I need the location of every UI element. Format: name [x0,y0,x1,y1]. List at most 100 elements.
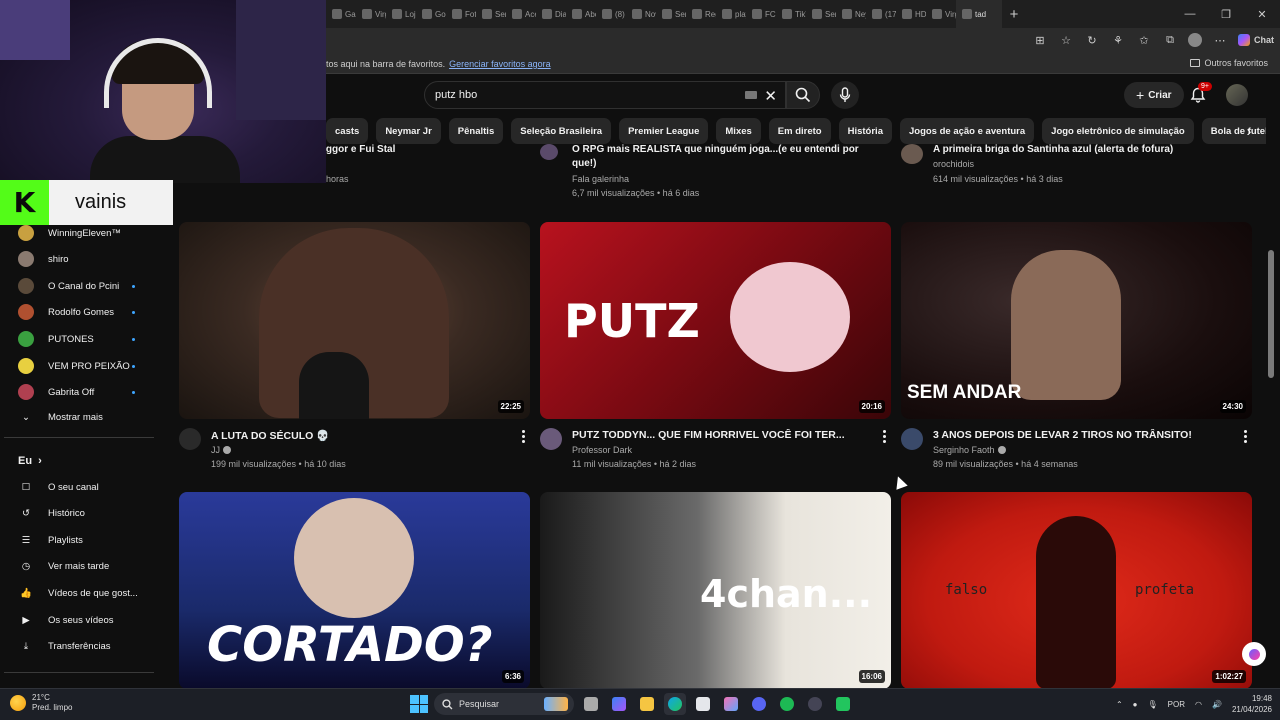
create-button[interactable]: + Criar [1124,82,1184,108]
star-icon[interactable]: ☆ [1058,31,1074,49]
channel-avatar[interactable] [179,428,201,450]
filter-chip[interactable]: Neymar Jr [376,118,441,144]
sidebar-item[interactable]: ↺ Histórico [18,503,158,525]
partial-video-title[interactable]: A primeira briga do Santinha azul (alert… [933,144,1233,155]
photos-icon[interactable] [720,693,742,715]
lang-indicator[interactable]: POR [1168,700,1185,709]
new-tab-button[interactable]: + [1002,0,1026,28]
search-button[interactable] [786,81,820,109]
browser-tab[interactable]: Ace [506,0,536,28]
task-view-icon[interactable] [580,693,602,715]
channel-name[interactable]: Professor Dark [572,445,632,455]
voice-search-button[interactable] [831,81,859,109]
browser-tab[interactable]: HD [896,0,926,28]
show-more-button[interactable]: ⌄ Mostrar mais [18,406,158,428]
other-favorites[interactable]: Outros favoritos [1190,58,1268,68]
partial-video-channel[interactable]: orochidois [933,159,974,169]
filter-chip[interactable]: casts [326,118,369,144]
browser-tab[interactable]: Ney [836,0,866,28]
sidebar-item[interactable]: ▶ Os seus vídeos [18,609,158,631]
filter-chip[interactable]: Pênaltis [448,118,504,144]
clock[interactable]: 19:48 21/04/2026 [1232,693,1272,715]
channel-name[interactable]: JJ [211,445,231,455]
browser-tab[interactable]: TikT [776,0,806,28]
partial-video-channel[interactable]: Fala galerinha [572,174,629,184]
sidebar-item[interactable]: ⤓ Transferências [18,636,158,658]
collections-icon[interactable]: ⧉ [1162,31,1178,49]
sidebar-item[interactable]: ◷ Ver mais tarde [18,556,158,578]
clear-search-icon[interactable]: ✕ [764,87,777,105]
filter-chip[interactable]: Seleção Brasileira [511,118,612,144]
browser-tab[interactable]: Loja [386,0,416,28]
browser-tab[interactable]: Fot [446,0,476,28]
browser-tab[interactable]: Gal [326,0,356,28]
start-button[interactable] [410,695,428,713]
discord-icon[interactable] [748,693,770,715]
profile-avatar[interactable] [1188,33,1202,47]
browser-tab[interactable]: Reg [686,0,716,28]
more-options-icon[interactable] [879,428,889,444]
apps-icon[interactable]: ⊞ [1032,31,1048,49]
sidebar-subscription-item[interactable]: Gabrita Off [18,381,158,403]
copilot-app-icon[interactable] [608,693,630,715]
filter-chip[interactable]: Jogo eletrônico de simulação [1042,118,1194,144]
minimize-button[interactable]: — [1172,0,1208,28]
notifications-button[interactable]: 9+ [1188,82,1212,105]
browser-tab[interactable]: Virg [356,0,386,28]
browser-tab[interactable]: tad [956,0,1002,28]
refresh-icon[interactable]: ↻ [1084,31,1100,49]
sidebar-subscription-item[interactable]: PUTONES [18,328,158,350]
browser-tab[interactable]: Nov [626,0,656,28]
weather-widget[interactable]: 21°C Pred. limpo [10,693,72,713]
browser-tab[interactable]: Sen [476,0,506,28]
browser-tab[interactable]: FCN [746,0,776,28]
browser-tab[interactable]: play [716,0,746,28]
video-title[interactable]: PUTZ TODDYN... QUE FIM HORRIVEL VOCÊ FOI… [572,429,872,441]
browser-tab[interactable]: Abc [566,0,596,28]
assistant-floating-button[interactable] [1242,642,1266,666]
video-thumbnail[interactable]: 22:25 [179,222,530,419]
wifi-icon[interactable]: ◠ [1195,700,1202,709]
video-thumbnail[interactable]: falso profeta 1:02:27 [901,492,1252,689]
sidebar-item[interactable]: ☰ Playlists [18,529,158,551]
channel-avatar[interactable] [540,144,558,160]
channel-avatar[interactable] [540,428,562,450]
video-title[interactable]: A LUTA DO SÉCULO 💀 [211,429,511,442]
more-options-icon[interactable] [518,428,528,444]
video-thumbnail[interactable]: 4chan... 16:06 [540,492,891,689]
browser-tab[interactable]: Gor [416,0,446,28]
sidebar-subscription-item[interactable]: Rodolfo Gomes [18,301,158,323]
browser-tab[interactable]: Dia [536,0,566,28]
network-app-icon[interactable]: ● [1133,700,1138,709]
account-avatar[interactable] [1226,84,1248,106]
spotify-icon[interactable] [776,693,798,715]
search-input[interactable]: putz hbo ✕ [424,81,786,109]
sidebar-item[interactable]: 👍 Vídeos de que gost... [18,582,158,604]
video-thumbnail[interactable]: SEM ANDAR 24:30 [901,222,1252,419]
sidebar-item[interactable]: ☐ O seu canal [18,476,158,498]
filter-chip[interactable]: Mixes [716,118,761,144]
keyboard-icon[interactable] [745,91,757,99]
filter-chip[interactable]: Jogos de ação e aventura [899,118,1035,144]
edge-browser-icon[interactable] [664,693,686,715]
app-icon[interactable] [832,693,854,715]
browser-tab[interactable]: (17 [866,0,896,28]
extensions-icon[interactable]: ⚘ [1110,31,1126,49]
browser-tab[interactable]: Sen [656,0,686,28]
video-thumbnail[interactable]: CORTADO? 6:36 [179,492,530,689]
channel-name[interactable]: Serginho Faoth [933,445,1006,455]
filter-chip[interactable]: Premier League [619,118,709,144]
sidebar-subscription-item[interactable]: WinningEleven™ [18,222,158,244]
store-icon[interactable] [692,693,714,715]
channel-avatar[interactable] [901,428,923,450]
more-options-icon[interactable] [1240,428,1250,444]
chevron-right-icon[interactable]: › [1238,120,1260,142]
you-section-header[interactable]: Eu › [18,450,158,472]
browser-tab[interactable]: Sen [806,0,836,28]
mic-tray-icon[interactable]: 🎙 [1148,700,1158,709]
taskbar-search[interactable]: Pesquisar [434,693,574,715]
channel-avatar[interactable] [901,144,923,164]
maximize-button[interactable]: ❐ [1208,0,1244,28]
more-options-icon[interactable] [883,144,887,154]
video-title[interactable]: 3 ANOS DEPOIS DE LEVAR 2 TIROS NO TRÂNSI… [933,429,1233,441]
